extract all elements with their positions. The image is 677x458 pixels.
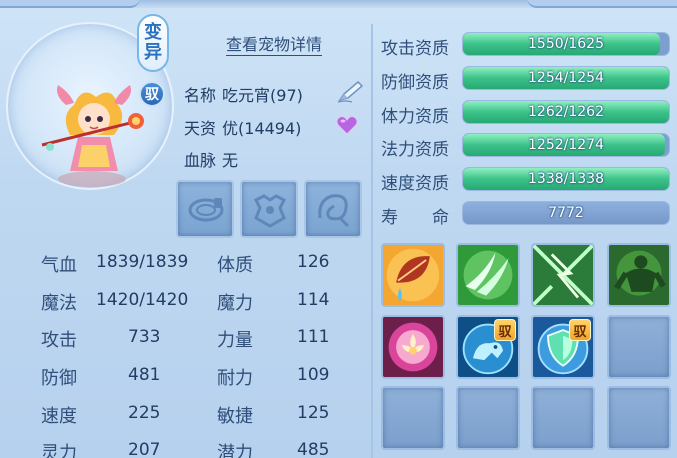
pet-name-row: 名称 吃元宵(97) xyxy=(184,82,303,106)
aptitude-bar-defense: 1254/1254 xyxy=(462,66,670,90)
equip-slot-armor[interactable] xyxy=(240,180,298,238)
rename-pen-icon[interactable] xyxy=(336,80,366,104)
skill-slot-empty[interactable] xyxy=(381,386,445,450)
stat-value-defense: 481 xyxy=(128,365,161,385)
skill-slot-2[interactable] xyxy=(456,243,520,307)
top-left-frame-fragment xyxy=(0,0,140,8)
stat-value-strength: 111 xyxy=(297,327,330,347)
panel-divider xyxy=(371,24,373,458)
mutant-badge-char-2: 异 xyxy=(144,42,162,63)
stat-label-agility: 敏捷 xyxy=(217,406,253,427)
equip-slot-amulet[interactable] xyxy=(304,180,362,238)
aptitude-bar-attack: 1550/1625 xyxy=(462,32,670,56)
top-right-frame-fragment xyxy=(527,0,677,8)
aptitude-bar-magic: 1252/1274 xyxy=(462,133,670,157)
skill-slot-5[interactable] xyxy=(381,315,445,379)
skill-slot-1[interactable] xyxy=(381,243,445,307)
stat-label-speed: 速度 xyxy=(41,406,77,427)
amulet-icon xyxy=(318,194,350,228)
stat-label-mp: 魔法 xyxy=(41,293,77,314)
skill-slot-empty[interactable] xyxy=(531,386,595,450)
aptitude-label-defense: 防御资质 xyxy=(381,73,449,93)
bloodline-value: 无 xyxy=(222,151,239,170)
stat-value-spirit: 207 xyxy=(128,440,161,458)
aptitude-value-speed: 1338/1338 xyxy=(528,171,604,187)
mutant-badge: 变 异 xyxy=(137,14,169,72)
aptitude-value-defense: 1254/1254 xyxy=(528,70,604,86)
stat-value-agility: 125 xyxy=(297,403,330,423)
stat-value-mp: 1420/1420 xyxy=(96,290,189,310)
lotus-orb-skill-icon xyxy=(383,317,443,377)
bloodline-label: 血脉 xyxy=(184,151,217,170)
stat-value-potential: 485 xyxy=(297,440,330,458)
collar-icon xyxy=(188,198,224,222)
view-pet-details-link[interactable]: 查看宠物详情 xyxy=(226,35,323,56)
stat-label-defense: 防御 xyxy=(41,368,77,389)
name-value: 吃元宵(97) xyxy=(222,86,303,105)
ride-tag: 驭 xyxy=(569,319,591,341)
lifespan-bar: 7772 xyxy=(462,201,670,225)
aptitude-label-magic: 法力资质 xyxy=(381,140,449,160)
name-label: 名称 xyxy=(184,86,217,105)
stat-label-potential: 潜力 xyxy=(217,443,253,458)
equip-slot-collar[interactable] xyxy=(176,180,234,238)
skill-slot-empty[interactable] xyxy=(607,386,671,450)
talent-label: 天资 xyxy=(184,119,217,138)
green-giant-skill-icon xyxy=(609,245,669,305)
stat-label-constitution: 体质 xyxy=(217,255,253,276)
stat-label-endurance: 耐力 xyxy=(217,368,253,389)
aptitude-bar-stamina: 1262/1262 xyxy=(462,100,670,124)
stat-value-magic: 114 xyxy=(297,290,330,310)
skill-slot-3[interactable] xyxy=(531,243,595,307)
aptitude-label-attack: 攻击资质 xyxy=(381,39,449,59)
stat-value-endurance: 109 xyxy=(297,365,330,385)
lifespan-label: 寿 命 xyxy=(381,208,449,228)
wind-wings-skill-icon xyxy=(458,245,518,305)
aptitude-label-speed: 速度资质 xyxy=(381,174,449,194)
stat-label-strength: 力量 xyxy=(217,330,253,351)
stat-value-constitution: 126 xyxy=(297,252,330,272)
stat-label-magic: 魔力 xyxy=(217,293,253,314)
aptitude-bar-speed: 1338/1338 xyxy=(462,167,670,191)
skill-slot-6[interactable]: 驭 xyxy=(456,315,520,379)
stat-label-attack: 攻击 xyxy=(41,330,77,351)
pet-talent-row: 天资 优(14494) xyxy=(184,115,301,139)
aptitude-value-attack: 1550/1625 xyxy=(528,36,604,52)
skill-slot-7[interactable]: 驭 xyxy=(531,315,595,379)
skill-slot-4[interactable] xyxy=(607,243,671,307)
lightning-strike-skill-icon xyxy=(533,245,593,305)
stat-label-spirit: 灵力 xyxy=(41,443,77,458)
lifespan-value: 7772 xyxy=(548,205,584,221)
aptitude-value-stamina: 1262/1262 xyxy=(528,104,604,120)
skill-slot-empty[interactable] xyxy=(607,315,671,379)
mutant-badge-char-1: 变 xyxy=(144,22,162,43)
stat-value-attack: 733 xyxy=(128,327,161,347)
stat-value-hp: 1839/1839 xyxy=(96,252,189,272)
heart-icon[interactable] xyxy=(336,115,358,135)
aptitude-value-magic: 1252/1274 xyxy=(528,137,604,153)
pet-bloodline-row: 血脉无 xyxy=(184,147,238,171)
stat-value-speed: 225 xyxy=(128,403,161,423)
aptitude-label-stamina: 体力资质 xyxy=(381,107,449,127)
leaf-drop-skill-icon xyxy=(383,245,443,305)
ride-tag: 驭 xyxy=(494,319,516,341)
armor-icon xyxy=(253,194,287,228)
ride-badge: 驭 xyxy=(139,81,165,107)
talent-value: 优(14494) xyxy=(222,119,302,138)
stat-label-hp: 气血 xyxy=(41,255,77,276)
skill-slot-empty[interactable] xyxy=(456,386,520,450)
